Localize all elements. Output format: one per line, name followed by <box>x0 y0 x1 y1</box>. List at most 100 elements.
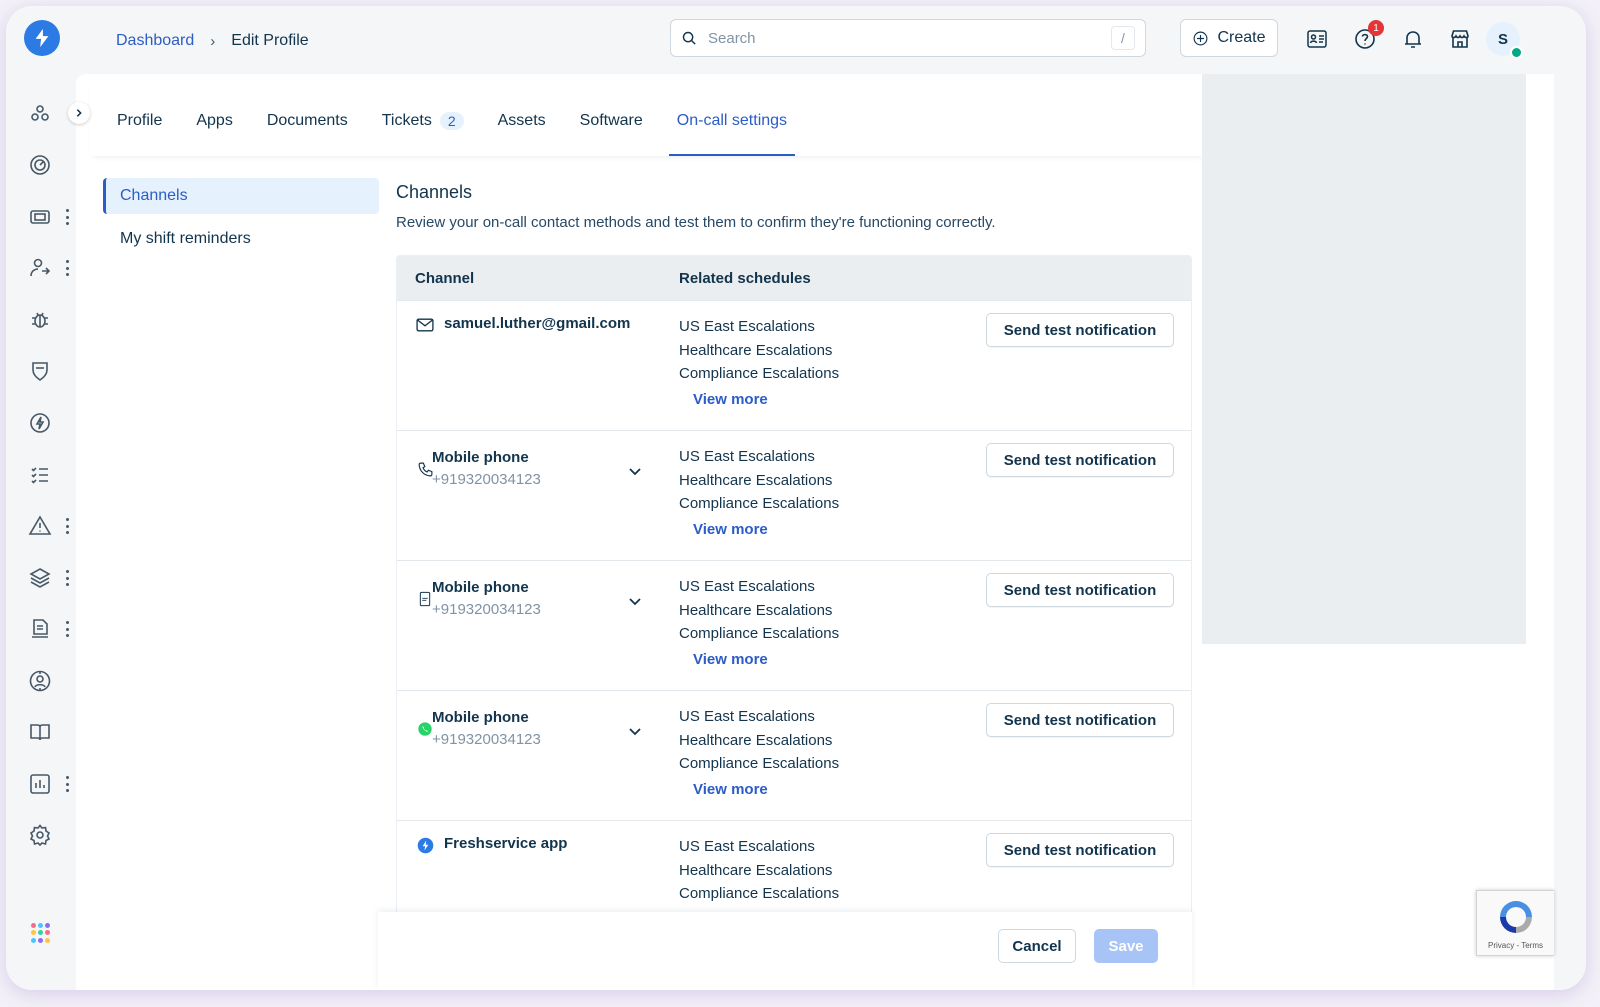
recaptcha-text: Privacy - Terms <box>1488 941 1543 950</box>
search-input[interactable] <box>708 29 1111 47</box>
reports-icon[interactable] <box>26 770 54 798</box>
schedule-item: Healthcare Escalations <box>679 731 833 749</box>
avatar[interactable]: S <box>1486 22 1523 59</box>
tab-label: Software <box>579 112 643 129</box>
schedule-item: Compliance Escalations <box>679 755 840 772</box>
schedule-item: Compliance Escalations <box>679 885 840 902</box>
profile-tabs: Profile Apps Documents Tickets 2 Assets S… <box>90 74 1206 156</box>
schedule-item: Compliance Escalations <box>679 625 840 642</box>
chevron-down-icon[interactable] <box>627 463 643 479</box>
tab-software[interactable]: Software <box>563 108 660 156</box>
support-agent-icon[interactable] <box>26 667 54 695</box>
tab-label: Tickets <box>381 112 432 129</box>
scrollbar-track[interactable] <box>1526 74 1554 990</box>
document-more-icon[interactable] <box>64 621 70 637</box>
user-swap-icon[interactable] <box>26 254 54 282</box>
bell-icon[interactable] <box>1400 26 1426 52</box>
send-test-notification-button[interactable]: Send test notification <box>986 443 1174 477</box>
tickets-more-icon[interactable] <box>64 209 70 225</box>
tab-on-call-settings[interactable]: On-call settings <box>660 108 804 156</box>
store-icon[interactable] <box>1447 26 1473 52</box>
send-test-notification-button[interactable]: Send test notification <box>986 703 1174 737</box>
mail-icon <box>415 315 435 335</box>
chevron-down-icon[interactable] <box>627 593 643 609</box>
tab-tickets[interactable]: Tickets 2 <box>365 108 481 156</box>
lightning-circle-icon[interactable] <box>26 409 54 437</box>
table-row: Mobile phone +919320034123 US East Escal… <box>397 430 1191 560</box>
user-more-icon[interactable] <box>64 260 70 276</box>
bug-icon[interactable] <box>26 306 54 334</box>
warning-more-icon[interactable] <box>64 518 70 534</box>
checklist-icon[interactable] <box>26 461 54 489</box>
chevron-right-icon: › <box>210 32 216 50</box>
contact-card-icon[interactable] <box>1304 26 1330 52</box>
shield-icon[interactable] <box>26 357 54 385</box>
plus-circle-icon <box>1194 31 1208 45</box>
schedule-item: US East Escalations <box>679 318 815 335</box>
send-test-notification-button[interactable]: Send test notification <box>986 573 1174 607</box>
channel-name: Mobile phone <box>432 709 529 726</box>
reports-more-icon[interactable] <box>64 776 70 792</box>
warning-icon[interactable] <box>26 512 54 540</box>
table-row: Mobile phone +919320034123 US East Escal… <box>397 560 1191 690</box>
view-more-link[interactable]: View more <box>693 521 768 538</box>
create-button[interactable]: Create <box>1180 19 1278 57</box>
breadcrumb-dashboard-link[interactable]: Dashboard <box>116 32 194 50</box>
search-box: / <box>670 19 1146 57</box>
send-test-notification-button[interactable]: Send test notification <box>986 313 1174 347</box>
schedule-item: US East Escalations <box>679 838 815 855</box>
modules-icon[interactable] <box>26 100 54 128</box>
cancel-button[interactable]: Cancel <box>998 929 1076 963</box>
layers-more-icon[interactable] <box>64 570 70 586</box>
channel-phone-number: +919320034123 <box>432 471 541 488</box>
tab-label: Documents <box>266 112 348 129</box>
tab-assets[interactable]: Assets <box>481 108 563 156</box>
create-button-label: Create <box>1217 29 1266 46</box>
freshservice-logo[interactable] <box>24 20 60 56</box>
channels-table: Channel Related schedules samuel.luther@… <box>396 255 1192 921</box>
tab-label: Assets <box>497 112 546 129</box>
tab-apps[interactable]: Apps <box>179 108 249 156</box>
breadcrumb-current: Edit Profile <box>231 32 309 49</box>
tab-documents[interactable]: Documents <box>250 108 365 156</box>
expand-sidebar-button[interactable] <box>68 102 90 124</box>
view-more-link[interactable]: View more <box>693 651 768 668</box>
related-schedules: US East Escalations Healthcare Escalatio… <box>679 315 839 386</box>
schedule-item: Healthcare Escalations <box>679 471 833 489</box>
chevron-right-icon <box>76 109 82 117</box>
table-row: Mobile phone +919320034123 US East Escal… <box>397 690 1191 820</box>
layers-icon[interactable] <box>26 564 54 592</box>
table-row: samuel.luther@gmail.com US East Escalati… <box>397 300 1191 430</box>
tickets-icon[interactable] <box>26 203 54 231</box>
help-badge: 1 <box>1368 20 1384 36</box>
column-header-related-schedules: Related schedules <box>679 269 811 287</box>
gear-icon[interactable] <box>26 821 54 849</box>
document-stack-icon[interactable] <box>26 615 54 643</box>
view-more-link[interactable]: View more <box>693 781 768 798</box>
channel-phone-number: +919320034123 <box>432 731 541 748</box>
schedule-item: US East Escalations <box>679 448 815 465</box>
related-schedules: US East Escalations Healthcare Escalatio… <box>679 445 839 516</box>
subnav-item-channels[interactable]: Channels <box>103 178 379 214</box>
schedule-item: Compliance Escalations <box>679 365 840 382</box>
tab-profile[interactable]: Profile <box>100 108 179 156</box>
recaptcha-badge[interactable]: Privacy - Terms <box>1476 890 1554 956</box>
send-test-notification-button[interactable]: Send test notification <box>986 833 1174 867</box>
related-schedules: US East Escalations Healthcare Escalatio… <box>679 575 839 646</box>
section-description: Review your on-call contact methods and … <box>396 214 996 231</box>
schedule-item: Healthcare Escalations <box>679 601 833 619</box>
help-icon[interactable]: 1 <box>1352 20 1384 52</box>
book-icon[interactable] <box>26 718 54 746</box>
dashboard-gauge-icon[interactable] <box>26 151 54 179</box>
related-schedules: US East Escalations Healthcare Escalatio… <box>679 835 839 906</box>
side-placeholder-panel <box>1202 74 1526 644</box>
save-button[interactable]: Save <box>1094 929 1158 963</box>
app-switcher-icon[interactable] <box>31 923 51 943</box>
freshservice-icon <box>415 835 435 855</box>
breadcrumb: Dashboard › Edit Profile <box>116 32 309 50</box>
app-window: Dashboard › Edit Profile / Create 1 S <box>6 6 1586 990</box>
chevron-down-icon[interactable] <box>627 723 643 739</box>
schedule-item: US East Escalations <box>679 578 815 595</box>
subnav-item-shift-reminders[interactable]: My shift reminders <box>103 221 379 257</box>
view-more-link[interactable]: View more <box>693 391 768 408</box>
